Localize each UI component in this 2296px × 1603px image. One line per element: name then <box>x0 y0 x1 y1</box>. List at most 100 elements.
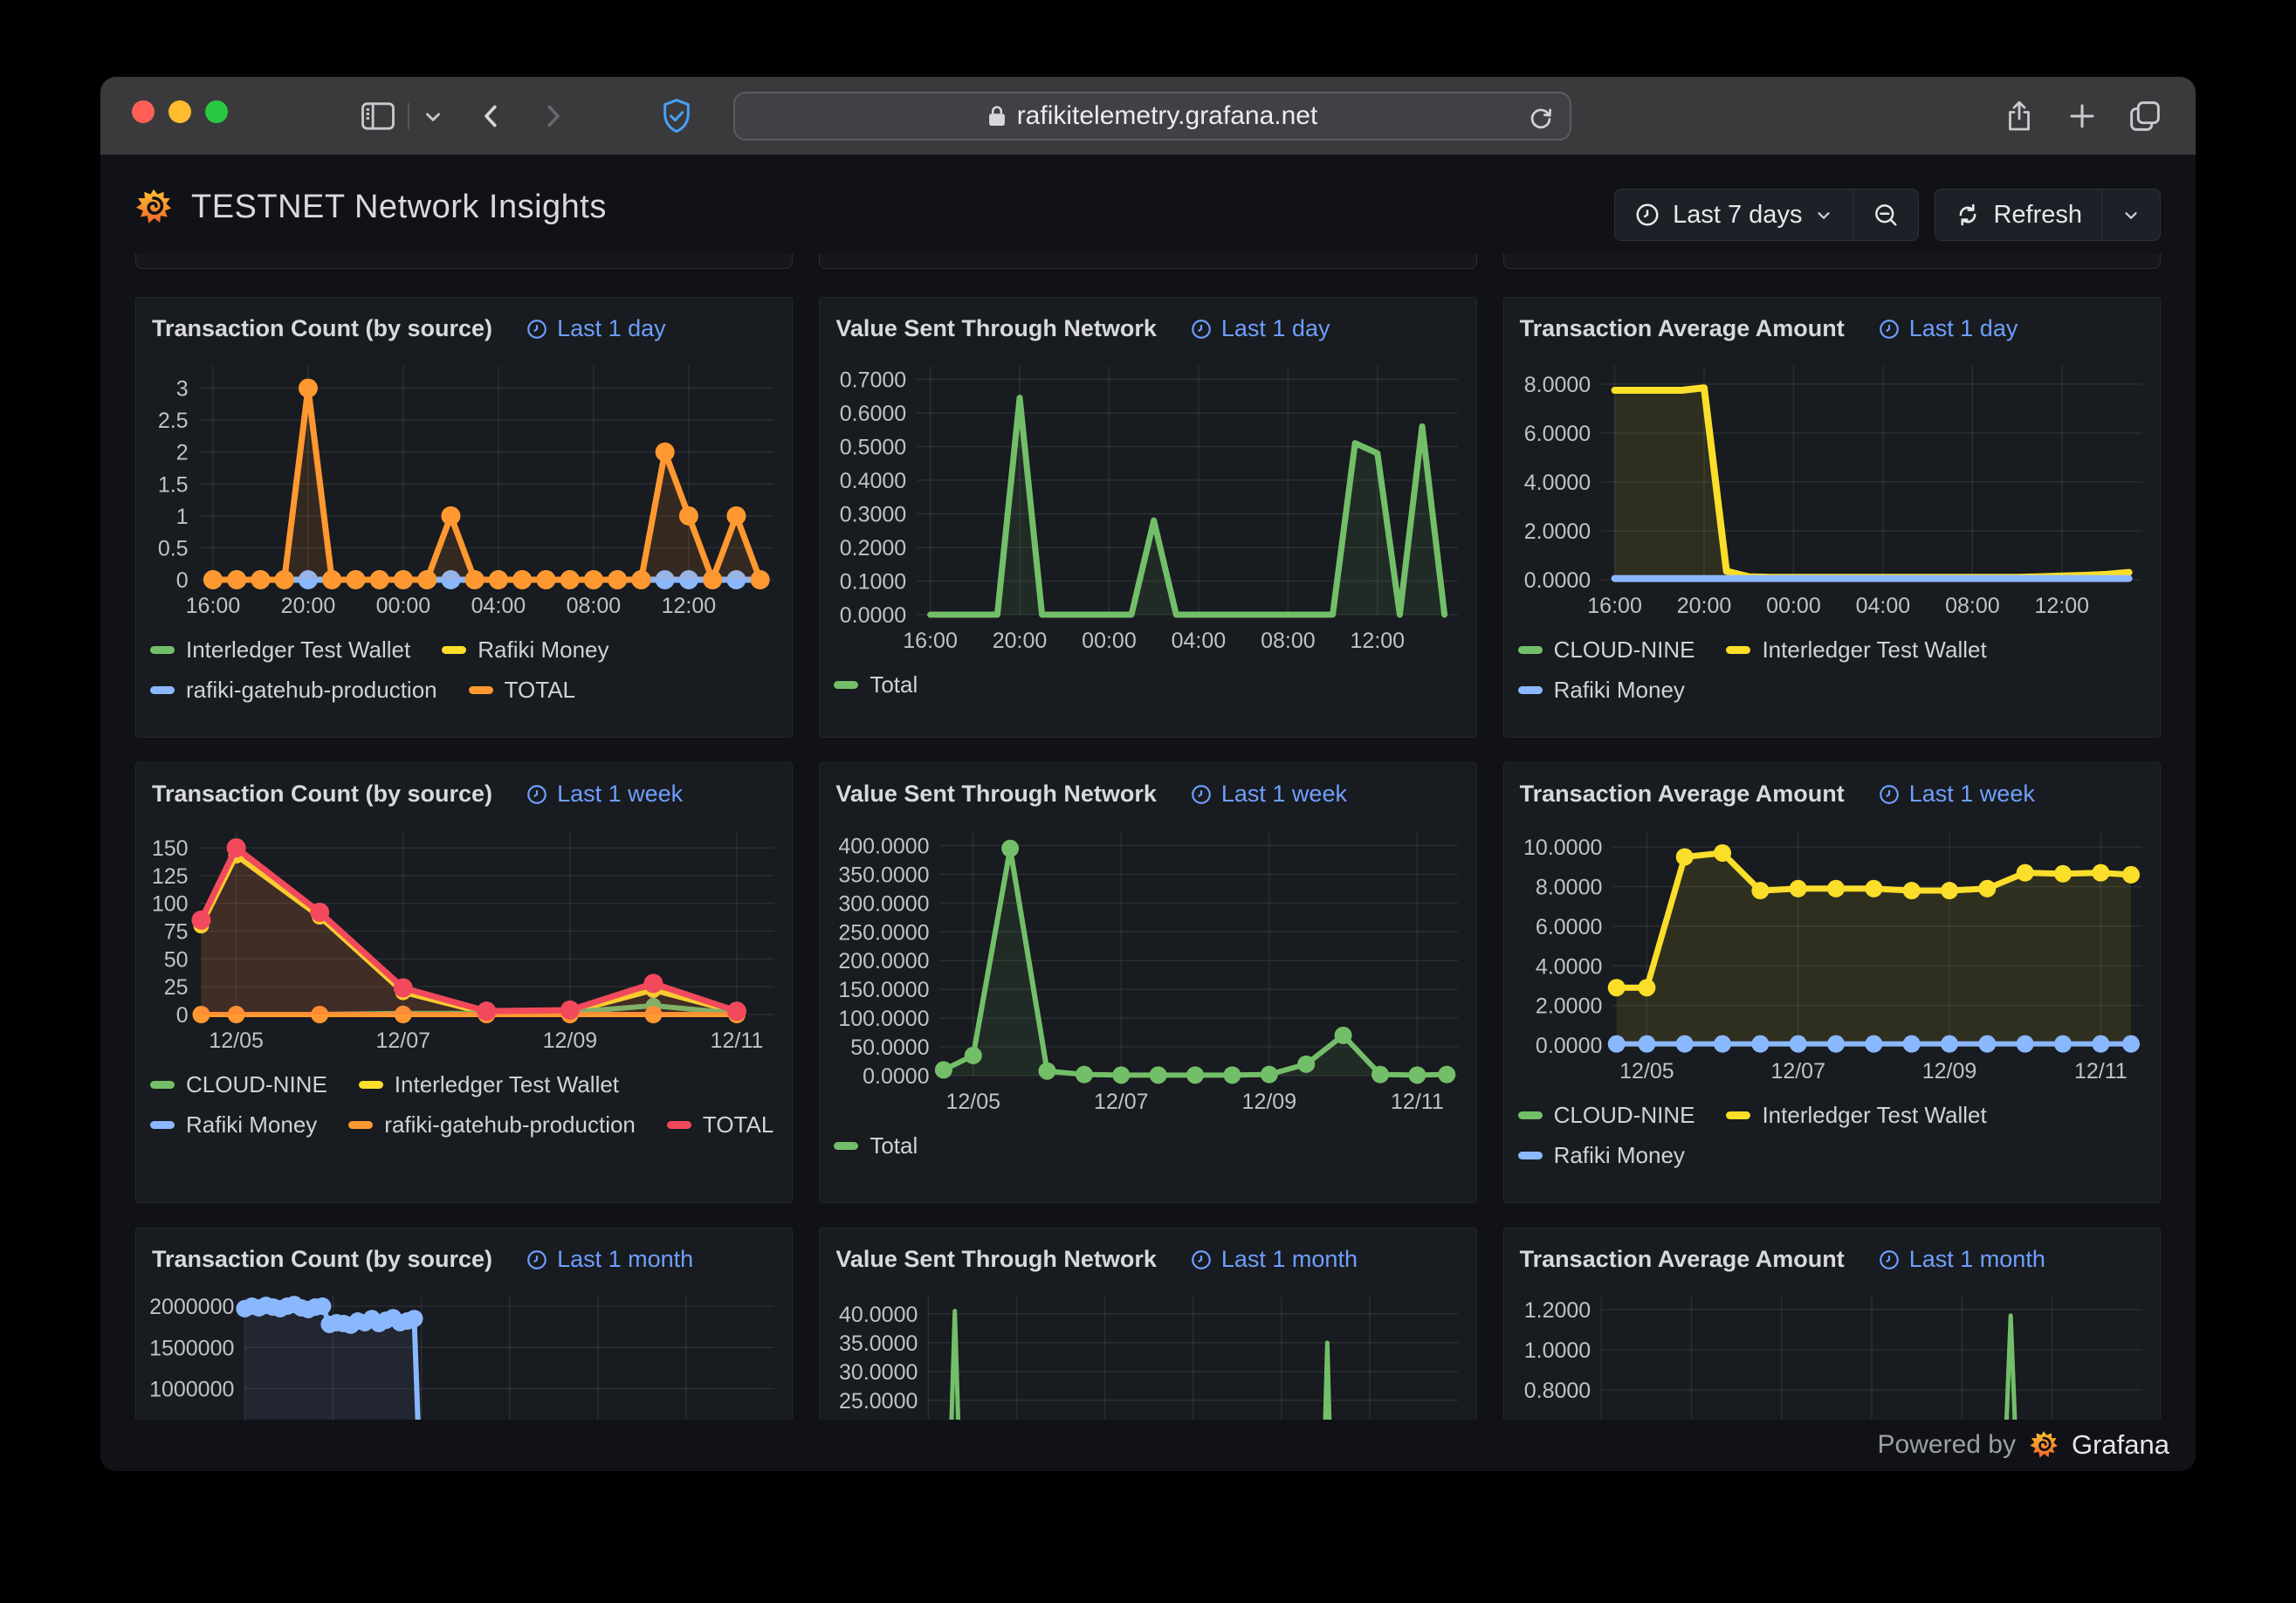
legend-item[interactable]: Total <box>834 671 918 698</box>
svg-text:0: 0 <box>176 1003 189 1028</box>
svg-text:20:00: 20:00 <box>281 594 336 618</box>
svg-text:12:00: 12:00 <box>1351 629 1406 653</box>
sidebar-icon[interactable] <box>361 77 395 155</box>
legend-item[interactable]: Rafiki Money <box>1518 1142 1685 1169</box>
refresh-interval-dropdown[interactable] <box>2101 189 2160 240</box>
panel-time-range-link[interactable]: Last 1 week <box>1190 781 1347 808</box>
legend-item[interactable]: Interledger Test Wallet <box>150 636 410 664</box>
legend-item[interactable]: Rafiki Money <box>1518 677 1685 704</box>
back-button[interactable] <box>476 77 507 155</box>
chart-legend: Interledger Test Wallet Rafiki Moneyrafik… <box>148 628 780 704</box>
svg-text:0.4000: 0.4000 <box>840 469 906 493</box>
legend-item[interactable]: Rafiki Money <box>442 636 608 664</box>
svg-text:08:00: 08:00 <box>1945 594 2000 618</box>
legend-item[interactable]: Interledger Test Wallet <box>1726 1102 1986 1129</box>
panel-title: Value Sent Through Network <box>835 315 1157 342</box>
traffic-lights <box>132 100 228 123</box>
panel-title: Transaction Average Amount <box>1520 781 1845 808</box>
chevron-down-icon[interactable] <box>422 77 444 155</box>
legend-series-color <box>150 1081 175 1089</box>
time-series-chart[interactable]: 0.00002.00004.00006.00008.000010.000012/… <box>1516 818 2149 1093</box>
time-series-chart[interactable]: 0.000050.0000100.0000150.0000200.0000250… <box>832 818 1465 1124</box>
legend-item[interactable]: CLOUD-NINE <box>1518 636 1695 664</box>
close-window-button[interactable] <box>132 100 155 123</box>
time-range-label: Last 7 days <box>1673 201 1802 230</box>
reload-icon[interactable] <box>1526 101 1556 141</box>
svg-text:40.0000: 40.0000 <box>839 1303 918 1327</box>
panel-header: Value Sent Through Network Last 1 week <box>832 774 1463 818</box>
legend-series-color <box>1518 686 1543 694</box>
refresh-label: Refresh <box>1993 201 2082 230</box>
svg-text:0.0000: 0.0000 <box>840 603 906 628</box>
new-tab-icon[interactable] <box>2066 77 2098 155</box>
panel: Transaction Count (by source)Last 1 week… <box>135 762 793 1203</box>
refresh-button[interactable]: Refresh <box>1935 189 2101 240</box>
svg-text:12/11: 12/11 <box>1391 1090 1444 1114</box>
panel-time-range-link[interactable]: Last 1 month <box>526 1246 693 1273</box>
shield-extension-icon[interactable] <box>659 77 694 155</box>
panel-time-range-link[interactable]: Last 1 week <box>526 781 683 808</box>
svg-text:75: 75 <box>164 920 189 945</box>
legend-series-color <box>1518 1152 1543 1159</box>
legend-series-color <box>1726 646 1750 654</box>
zoom-out-button[interactable] <box>1853 189 1918 240</box>
panel-time-range-link[interactable]: Last 1 month <box>1190 1246 1358 1273</box>
svg-text:1500000: 1500000 <box>149 1336 234 1360</box>
svg-text:0.0000: 0.0000 <box>863 1064 929 1089</box>
panel-title: Value Sent Through Network <box>835 781 1157 808</box>
legend-item[interactable]: rafiki-gatehub-production <box>150 677 437 704</box>
legend-item[interactable]: CLOUD-NINE <box>1518 1102 1695 1129</box>
svg-text:12/09: 12/09 <box>1921 1059 1976 1084</box>
legend-item[interactable]: TOTAL <box>667 1111 773 1139</box>
address-bar[interactable]: rafikitelemetry.grafana.net <box>733 92 1571 141</box>
svg-text:10.0000: 10.0000 <box>1523 836 1602 860</box>
panel-time-range-link[interactable]: Last 1 day <box>1878 315 2018 342</box>
legend-series-color <box>1518 1111 1543 1119</box>
zoom-out-icon <box>1873 202 1899 228</box>
svg-text:0.3000: 0.3000 <box>840 502 906 526</box>
time-range-picker[interactable]: Last 7 days <box>1615 189 1853 240</box>
time-series-chart[interactable]: 0.00002.00004.00006.00008.000016:0020:00… <box>1516 353 2149 628</box>
legend-item[interactable]: Total <box>834 1132 918 1159</box>
panel-time-range-link[interactable]: Last 1 day <box>1190 315 1330 342</box>
legend-item[interactable]: Interledger Test Wallet <box>1726 636 1986 664</box>
panel-time-range-link[interactable]: Last 1 day <box>526 315 666 342</box>
svg-text:3: 3 <box>176 377 189 402</box>
svg-text:100.0000: 100.0000 <box>839 1007 930 1031</box>
forward-button[interactable] <box>537 77 568 155</box>
powered-by-text: Powered by <box>1878 1430 2016 1460</box>
refresh-icon <box>1955 202 1981 228</box>
svg-text:12/07: 12/07 <box>1770 1059 1825 1084</box>
svg-text:2.0000: 2.0000 <box>1523 519 1590 544</box>
panel-time-range-link[interactable]: Last 1 week <box>1878 781 2035 808</box>
svg-text:0.8000: 0.8000 <box>1523 1379 1590 1403</box>
clock-icon <box>1878 1249 1901 1271</box>
svg-text:2.5: 2.5 <box>158 409 189 433</box>
svg-text:30.0000: 30.0000 <box>839 1360 918 1385</box>
svg-text:12/07: 12/07 <box>375 1029 430 1053</box>
dashboard-controls: Last 7 days Refresh <box>1614 189 2161 241</box>
svg-text:1.5: 1.5 <box>158 472 189 497</box>
tab-overview-icon[interactable] <box>2128 77 2162 155</box>
clock-icon <box>1190 783 1213 806</box>
time-series-chart[interactable]: 00.511.522.5316:0020:0000:0004:0008:0012… <box>148 353 781 628</box>
legend-item[interactable]: Rafiki Money <box>150 1111 317 1139</box>
legend-item[interactable]: CLOUD-NINE <box>150 1071 327 1098</box>
legend-item[interactable]: TOTAL <box>469 677 575 704</box>
svg-text:20:00: 20:00 <box>993 629 1048 653</box>
svg-text:0.0000: 0.0000 <box>1523 568 1590 593</box>
zoom-window-button[interactable] <box>205 100 228 123</box>
svg-text:0.6000: 0.6000 <box>840 402 906 426</box>
time-series-chart[interactable]: 025507510012515012/0512/0712/0912/11 <box>148 818 781 1063</box>
minimize-window-button[interactable] <box>168 100 191 123</box>
svg-text:00:00: 00:00 <box>1766 594 1821 618</box>
legend-series-color <box>834 681 858 689</box>
legend-item[interactable]: Interledger Test Wallet <box>359 1071 619 1098</box>
share-icon[interactable] <box>2004 77 2035 155</box>
time-series-chart[interactable]: 0.00000.10000.20000.30000.40000.50000.60… <box>832 353 1465 663</box>
svg-text:0.7000: 0.7000 <box>840 368 906 392</box>
legend-item[interactable]: rafiki-gatehub-production <box>348 1111 636 1139</box>
svg-text:16:00: 16:00 <box>904 629 959 653</box>
panel-time-range-link[interactable]: Last 1 month <box>1878 1246 2045 1273</box>
panel: Value Sent Through Network Last 1 week 0.0… <box>819 762 1476 1203</box>
